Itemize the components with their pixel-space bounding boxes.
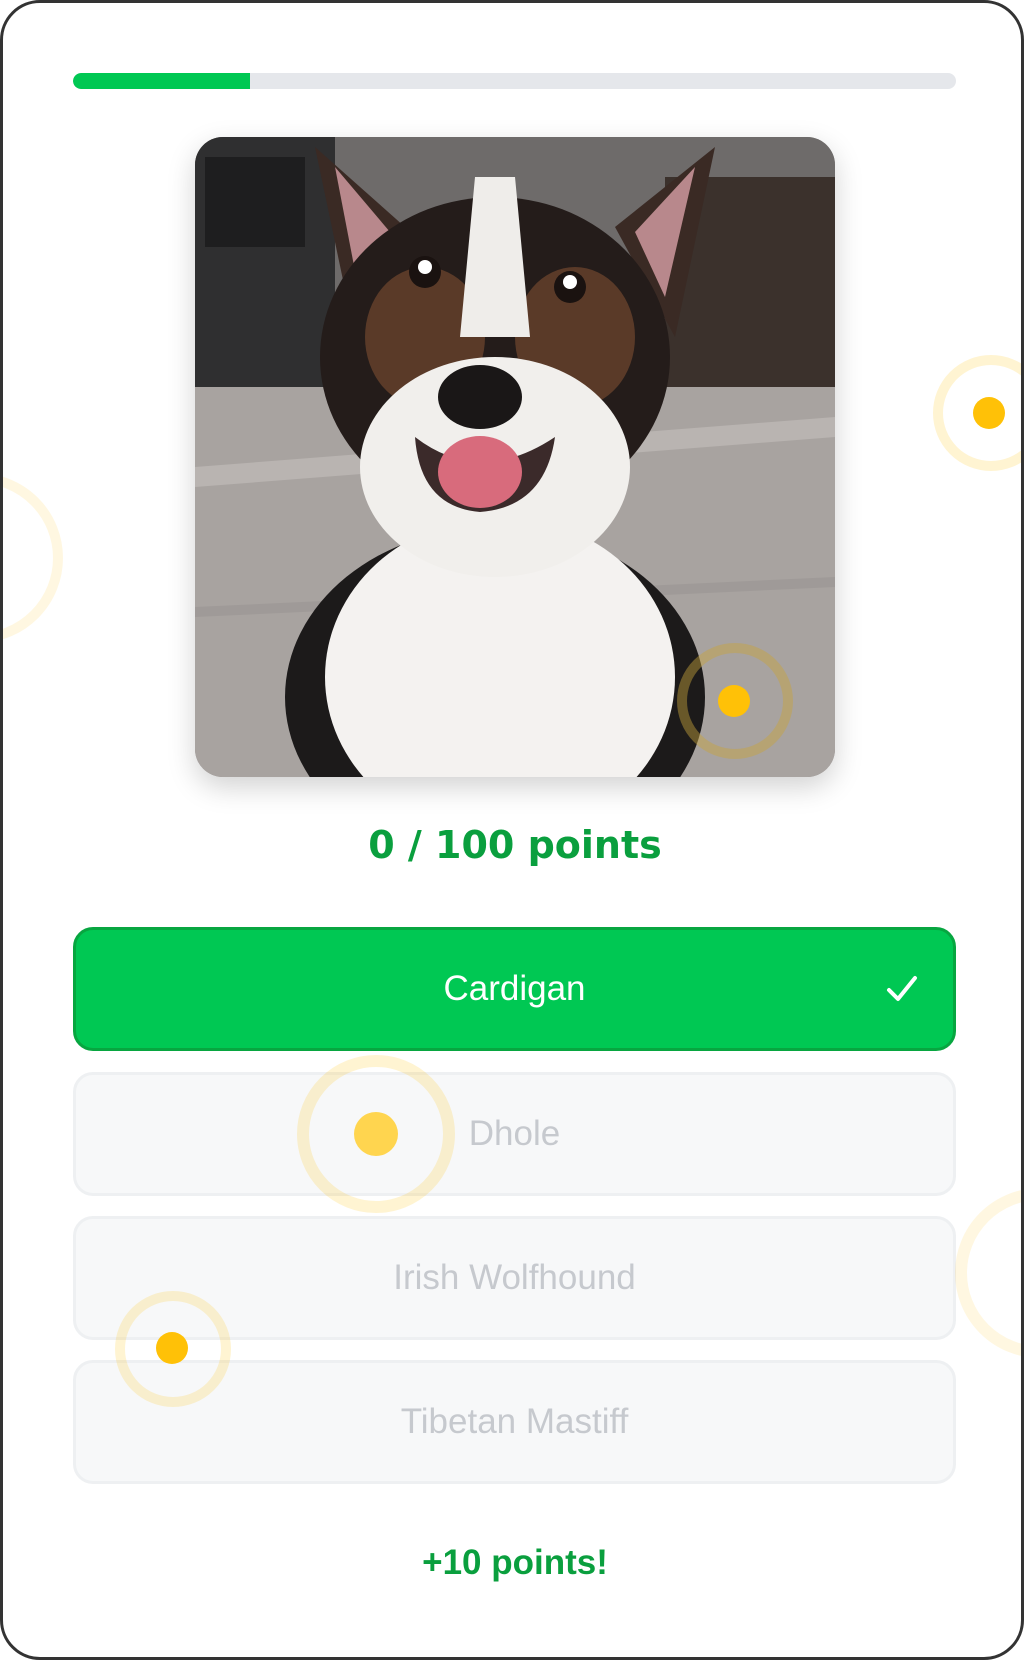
answer-option-tibetan-mastiff[interactable]: Tibetan Mastiff bbox=[73, 1360, 956, 1484]
answer-option-label: Tibetan Mastiff bbox=[400, 1402, 629, 1441]
dog-illustration bbox=[195, 137, 835, 777]
decorative-ring bbox=[933, 355, 1021, 471]
decorative-ring bbox=[3, 473, 63, 643]
score-display: 0 / 100 points bbox=[368, 823, 662, 867]
progress-bar-fill bbox=[73, 73, 250, 89]
dog-photo bbox=[195, 137, 835, 777]
quiz-card: 0 / 100 points Cardigan Dhole Irish Wolf… bbox=[0, 0, 1024, 1660]
answer-option-label: Cardigan bbox=[443, 969, 586, 1008]
answer-option-irish-wolfhound[interactable]: Irish Wolfhound bbox=[73, 1216, 956, 1340]
progress-bar bbox=[73, 73, 956, 89]
check-icon bbox=[887, 976, 917, 1001]
answer-option-dhole[interactable]: Dhole bbox=[73, 1072, 956, 1196]
answer-option-label: Dhole bbox=[468, 1114, 561, 1153]
answer-option-label: Irish Wolfhound bbox=[393, 1258, 636, 1297]
points-feedback: +10 points! bbox=[422, 1543, 608, 1582]
answer-option-cardigan[interactable]: Cardigan bbox=[73, 927, 956, 1051]
decorative-dot bbox=[973, 397, 1005, 429]
decorative-ring bbox=[955, 1188, 1021, 1358]
